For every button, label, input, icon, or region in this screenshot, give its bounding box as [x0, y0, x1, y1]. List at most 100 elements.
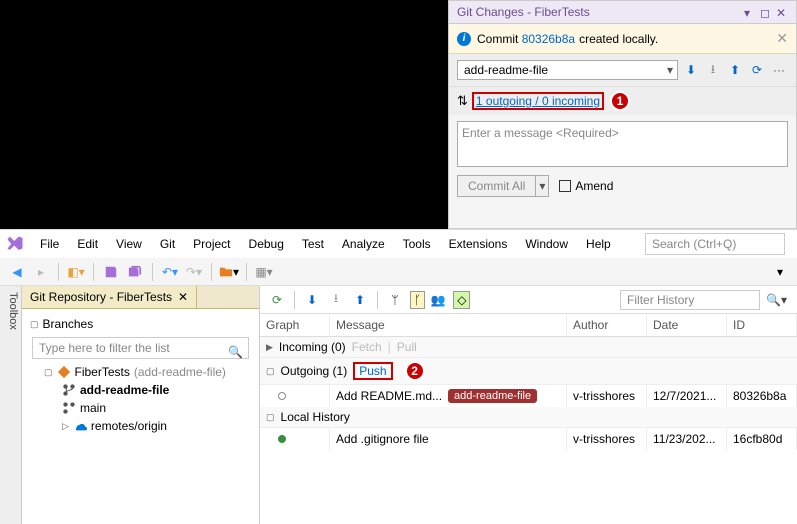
- save-button[interactable]: [100, 261, 122, 283]
- col-id[interactable]: ID: [727, 314, 797, 336]
- more-icon[interactable]: ···: [770, 61, 788, 79]
- separator: [246, 263, 247, 281]
- search-input[interactable]: Search (Ctrl+Q): [645, 233, 785, 255]
- chevron-down-icon: ▢: [266, 366, 275, 377]
- commit-row-2[interactable]: Add .gitignore file v-trisshores 11/23/2…: [260, 428, 797, 450]
- tab-close-icon[interactable]: ✕: [178, 290, 188, 304]
- branches-node[interactable]: ▢Branches: [26, 315, 255, 333]
- push-link[interactable]: Push: [353, 362, 392, 380]
- tag-filter-button[interactable]: ◇: [453, 291, 470, 309]
- refresh-button[interactable]: ⟳: [266, 289, 288, 311]
- pull-icon[interactable]: ⭳: [704, 61, 722, 79]
- separator: [294, 291, 295, 309]
- local-history-section[interactable]: ▢ Local History: [260, 407, 797, 428]
- filter-branch-button[interactable]: ᚴ: [410, 291, 425, 309]
- fetch-link: Fetch: [352, 340, 382, 354]
- nav-fwd-button[interactable]: ▸: [30, 261, 52, 283]
- undo-button[interactable]: ↶▾: [159, 261, 181, 283]
- close-icon[interactable]: ✕: [776, 6, 788, 18]
- history-columns: Graph Message Author Date ID: [260, 314, 797, 337]
- branch-tag: add-readme-file: [448, 389, 537, 403]
- commit-all-button[interactable]: Commit All: [457, 175, 536, 197]
- history-toolbar: ⟳ ⬇ ⭳ ⬆ ᛘ ᚴ 👥 ◇ Filter History 🔍▾: [260, 286, 797, 314]
- nav-back-button[interactable]: ◀: [6, 261, 28, 283]
- separator: [152, 263, 153, 281]
- people-icon[interactable]: 👥: [427, 289, 449, 311]
- info-notification: i Commit 80326b8a created locally. ✕: [449, 24, 796, 54]
- dropdown-icon[interactable]: ▾: [744, 6, 756, 18]
- history-panel: ⟳ ⬇ ⭳ ⬆ ᛘ ᚴ 👥 ◇ Filter History 🔍▾ Graph …: [260, 286, 797, 524]
- panel-title: Git Changes - FiberTests: [457, 5, 740, 19]
- folder-button[interactable]: ▾: [218, 261, 240, 283]
- menu-help[interactable]: Help: [578, 233, 619, 255]
- commit-dropdown-button[interactable]: ▾: [536, 175, 549, 197]
- branch-icon: [62, 401, 76, 415]
- push-icon[interactable]: ⬆: [349, 289, 371, 311]
- overflow-button[interactable]: ▾: [769, 261, 791, 283]
- background-black: [0, 0, 448, 229]
- col-message[interactable]: Message: [330, 314, 567, 336]
- branch-row: add-readme-file ⬇ ⭳ ⬆ ⟳ ···: [449, 54, 796, 87]
- cloud-icon: [73, 419, 87, 433]
- amend-checkbox[interactable]: Amend: [559, 179, 613, 193]
- outgoing-section[interactable]: ▢ Outgoing (1) Push 2: [260, 358, 797, 385]
- menu-project[interactable]: Project: [185, 233, 238, 255]
- commit-row-1[interactable]: Add README.md... add-readme-file v-triss…: [260, 385, 797, 407]
- outgoing-incoming-link[interactable]: 1 outgoing / 0 incoming: [472, 92, 604, 110]
- fetch-icon[interactable]: ⬇: [301, 289, 323, 311]
- chevron-right-icon: ▶: [266, 342, 273, 353]
- menu-debug[interactable]: Debug: [241, 233, 292, 255]
- pin-icon[interactable]: ◻: [760, 6, 772, 18]
- search-icon: 🔍: [228, 345, 243, 359]
- menu-edit[interactable]: Edit: [69, 233, 106, 255]
- separator: [58, 263, 59, 281]
- menu-tools[interactable]: Tools: [395, 233, 439, 255]
- pull-icon[interactable]: ⭳: [325, 289, 347, 311]
- sync-icon[interactable]: ⟳: [748, 61, 766, 79]
- new-button[interactable]: ◧▾: [65, 261, 87, 283]
- incoming-section[interactable]: ▶ Incoming (0) Fetch | Pull: [260, 337, 797, 358]
- separator: [93, 263, 94, 281]
- separator: [211, 263, 212, 281]
- menu-extensions[interactable]: Extensions: [441, 233, 516, 255]
- remotes-node[interactable]: ▷ remotes/origin: [26, 417, 255, 435]
- pull-link: Pull: [397, 340, 417, 354]
- callout-1: 1: [610, 91, 630, 111]
- menu-window[interactable]: Window: [517, 233, 576, 255]
- sync-arrows-icon: ⇅: [457, 93, 468, 109]
- branch-selector[interactable]: add-readme-file: [457, 60, 678, 80]
- vs-logo-icon: [6, 235, 24, 253]
- menu-git[interactable]: Git: [152, 233, 183, 255]
- repo-node[interactable]: ▢ FiberTests (add-readme-file): [26, 363, 255, 381]
- menu-file[interactable]: File: [32, 233, 67, 255]
- panel-titlebar: Git Changes - FiberTests ▾ ◻ ✕: [449, 1, 796, 24]
- cfg-button[interactable]: ▦▾: [253, 261, 275, 283]
- branch-add-readme[interactable]: add-readme-file: [26, 381, 255, 399]
- dismiss-info-icon[interactable]: ✕: [776, 30, 788, 47]
- search-icon[interactable]: 🔍▾: [762, 293, 791, 307]
- col-date[interactable]: Date: [647, 314, 727, 336]
- redo-button[interactable]: ↷▾: [183, 261, 205, 283]
- branch-main[interactable]: main: [26, 399, 255, 417]
- history-filter-input[interactable]: Filter History: [620, 290, 760, 310]
- branch-filter-input[interactable]: Type here to filter the list: [32, 337, 249, 359]
- menu-view[interactable]: View: [108, 233, 150, 255]
- fetch-icon[interactable]: ⬇: [682, 61, 700, 79]
- branch-graph-icon[interactable]: ᛘ: [384, 289, 406, 311]
- commit-message-input[interactable]: Enter a message <Required>: [457, 121, 788, 167]
- info-suffix: created locally.: [579, 32, 658, 46]
- menu-analyze[interactable]: Analyze: [334, 233, 393, 255]
- save-all-button[interactable]: [124, 261, 146, 283]
- commit-dot-icon: [278, 392, 286, 400]
- commit-link[interactable]: 80326b8a: [522, 32, 575, 46]
- info-icon: i: [457, 32, 471, 46]
- col-author[interactable]: Author: [567, 314, 647, 336]
- tab-git-repository[interactable]: Git Repository - FiberTests ✕: [22, 286, 197, 308]
- push-icon[interactable]: ⬆: [726, 61, 744, 79]
- col-graph[interactable]: Graph: [260, 314, 330, 336]
- git-changes-panel: Git Changes - FiberTests ▾ ◻ ✕ i Commit …: [448, 0, 797, 229]
- menu-test[interactable]: Test: [294, 233, 332, 255]
- doc-tabs: Git Repository - FiberTests ✕: [22, 286, 259, 309]
- chevron-down-icon: ▢: [266, 412, 275, 423]
- toolbox-tab[interactable]: Toolbox: [0, 286, 22, 524]
